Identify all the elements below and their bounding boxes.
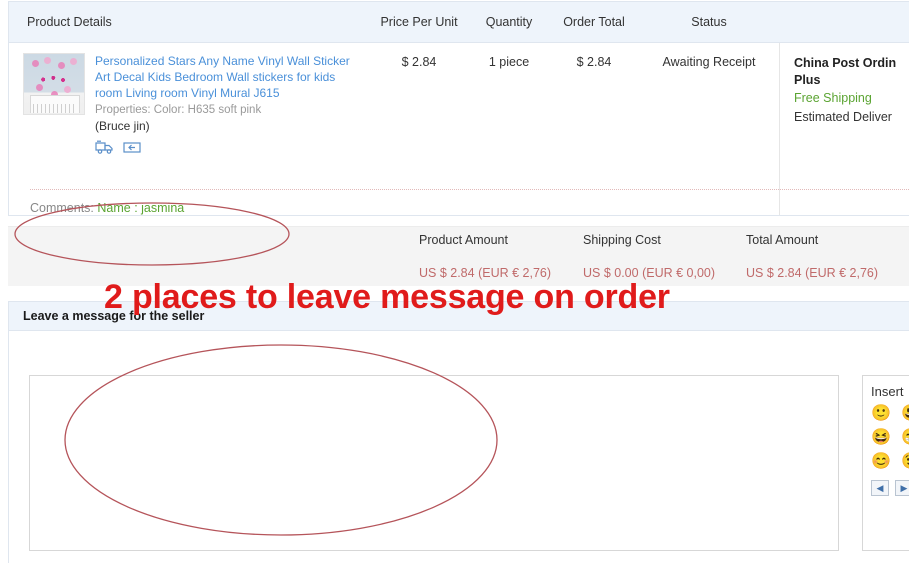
emoji-item[interactable]: 😃 — [901, 405, 909, 423]
order-summary-card: Product Details Price Per Unit Quantity … — [8, 1, 909, 216]
shipping-cost-label: Shipping Cost — [583, 233, 661, 247]
order-comments: Comments: Name : jasmina — [30, 200, 184, 216]
product-amount-column: Product Amount US $ 2.84 (EUR € 2,76) — [419, 233, 551, 280]
emoji-grid: 🙂 😃 😆 😁 😊 😉 — [871, 405, 909, 471]
return-arrow-icon[interactable] — [123, 140, 141, 155]
emoji-item[interactable]: 😆 — [871, 429, 891, 447]
emoji-item[interactable]: 😊 — [871, 453, 891, 471]
column-header-status: Status — [691, 15, 727, 29]
emoji-insert-panel: Insert 🙂 😃 😆 😁 😊 😉 ◀ ▶ — [862, 375, 909, 551]
column-header-price-per-unit: Price Per Unit — [380, 15, 458, 29]
product-title-link[interactable]: Personalized Stars Any Name Vinyl Wall S… — [95, 53, 359, 101]
product-amount-label: Product Amount — [419, 233, 508, 247]
order-amounts-band: Product Amount US $ 2.84 (EUR € 2,76) Sh… — [8, 226, 909, 286]
comments-separator — [30, 189, 909, 190]
seller-name: (Bruce jin) — [95, 119, 150, 133]
shipping-cost-column: Shipping Cost US $ 0.00 (EUR € 0,00) — [583, 233, 715, 280]
emoji-item[interactable]: 😉 — [901, 453, 909, 471]
product-properties: Properties: Color: H635 soft pink — [95, 104, 262, 116]
order-table-header: Product Details Price Per Unit Quantity … — [9, 2, 909, 43]
column-header-product-details: Product Details — [27, 15, 112, 29]
total-amount-value: US $ 2.84 (EUR € 2,76) — [746, 266, 879, 280]
comments-label: Comments: — [30, 201, 94, 215]
leave-message-card: Leave a message for the seller Insert 🙂 … — [8, 301, 909, 563]
emoji-pager: ◀ ▶ — [871, 480, 909, 496]
shipping-truck-icon[interactable] — [95, 140, 115, 155]
total-amount-label: Total Amount — [746, 233, 819, 247]
column-header-quantity: Quantity — [485, 15, 533, 29]
emoji-next-button[interactable]: ▶ — [895, 480, 909, 496]
total-amount-column: Total Amount US $ 2.84 (EUR € 2,76) — [746, 233, 878, 280]
free-shipping-label: Free Shipping — [794, 91, 872, 105]
column-header-order-total: Order Total — [563, 15, 625, 29]
estimated-delivery-label: Estimated Deliver — [794, 110, 892, 124]
annotation-callout-text: 2 places to leave message on order — [104, 278, 670, 316]
emoji-prev-button[interactable]: ◀ — [871, 480, 889, 496]
product-thumbnail[interactable] — [23, 53, 85, 115]
emoji-panel-title: Insert — [871, 384, 904, 399]
page-root: Product Details Price Per Unit Quantity … — [0, 0, 909, 563]
emoji-item[interactable]: 🙂 — [871, 405, 891, 423]
emoji-item[interactable]: 😁 — [901, 429, 909, 447]
shipping-method-name: China Post Ordin Plus — [794, 56, 897, 87]
comments-value: Name : jasmina — [97, 201, 185, 215]
product-action-icons — [95, 140, 359, 155]
seller-message-textarea[interactable] — [29, 375, 839, 551]
leave-message-body: Insert 🙂 😃 😆 😁 😊 😉 ◀ ▶ — [9, 331, 909, 563]
